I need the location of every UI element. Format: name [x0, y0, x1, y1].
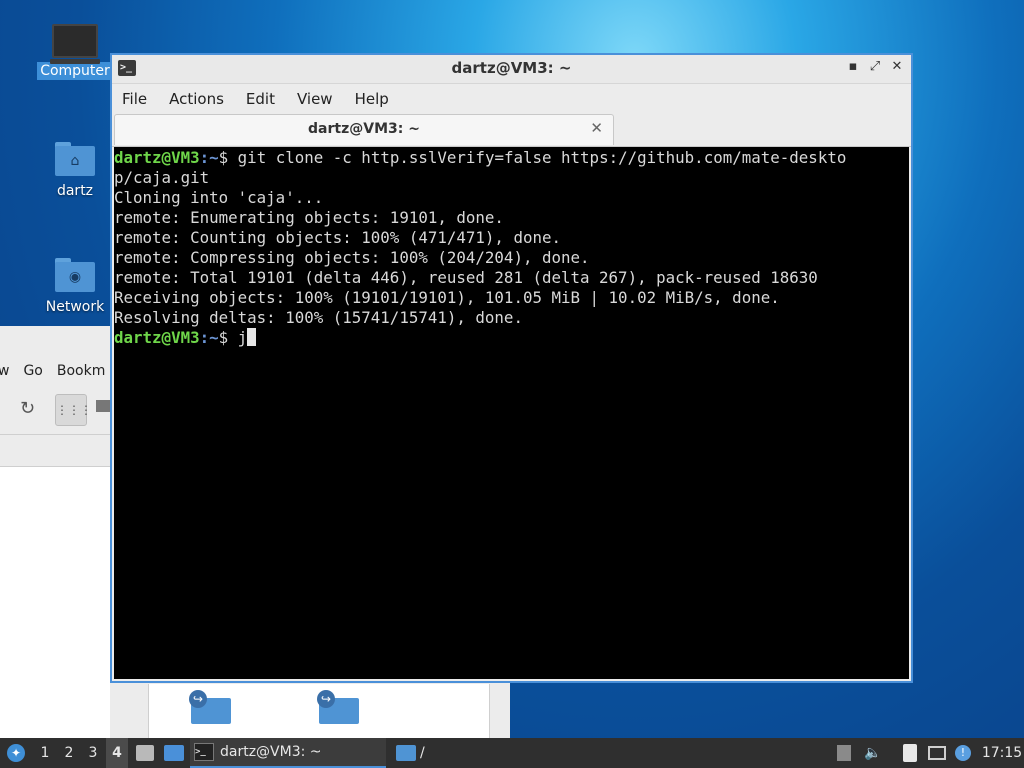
desktop-icon-label: Computer	[37, 62, 113, 80]
prompt-user: dartz@VM3	[114, 328, 200, 347]
terminal-window: >_ dartz@VM3: ~ ▪ ⤢ ✕ File Actions Edit …	[110, 53, 913, 683]
volume-button[interactable]: 🔈	[862, 738, 884, 768]
show-desktop-button[interactable]	[162, 738, 186, 768]
prompt-path: :~	[199, 328, 219, 347]
eject-icon	[837, 745, 851, 761]
computer-icon	[50, 24, 100, 64]
file-cabinet-icon	[136, 745, 154, 761]
output-line: remote: Compressing objects: 100% (204/2…	[114, 248, 590, 267]
desktop-icon-network[interactable]: ◉ Network	[35, 258, 115, 316]
clock[interactable]: 17:15	[982, 738, 1022, 768]
workspace-3[interactable]: 3	[82, 738, 104, 768]
icon-view-button[interactable]: ⋮⋮⋮	[55, 394, 92, 426]
menu-actions[interactable]: Actions	[169, 90, 224, 108]
file-manager-toolbar: ↻ ⋮⋮⋮	[0, 388, 110, 435]
window-title: dartz@VM3: ~	[451, 59, 572, 77]
current-input: j	[237, 328, 248, 347]
task-terminal[interactable]: >_ dartz@VM3: ~	[190, 738, 386, 768]
workspace-1[interactable]: 1	[34, 738, 56, 768]
menu-bookmarks-partial[interactable]: Bookm	[57, 363, 105, 379]
text-cursor	[247, 328, 257, 346]
task-label: /	[420, 745, 425, 761]
menu-view[interactable]: View	[297, 90, 333, 108]
terminal-output[interactable]: dartz@VM3:~$ git clone -c http.sslVerify…	[114, 147, 909, 679]
output-line: remote: Enumerating objects: 19101, done…	[114, 208, 504, 227]
prompt-user: dartz@VM3	[114, 148, 200, 167]
file-manager-content: ↪ ↪	[148, 684, 490, 740]
desktop-icon-home[interactable]: ⌂ dartz	[35, 142, 115, 200]
terminal-icon: >_	[194, 743, 214, 761]
tray-notifications[interactable]	[834, 738, 854, 768]
home-folder-icon: ⌂	[55, 142, 95, 176]
folder-link-icon[interactable]: ↪	[189, 690, 231, 724]
tab-terminal[interactable]: dartz@VM3: ~ ✕	[114, 114, 614, 145]
terminal-menubar: File Actions Edit View Help	[112, 84, 911, 114]
clipboard-button[interactable]	[900, 738, 920, 768]
network-folder-icon: ◉	[55, 258, 95, 292]
desktop-icon-computer[interactable]: Computer	[35, 24, 115, 80]
tab-bar: dartz@VM3: ~ ✕	[112, 114, 911, 147]
task-file-manager[interactable]: /	[394, 738, 516, 768]
volume-icon: 🔈	[864, 745, 882, 761]
menu-file[interactable]: File	[122, 90, 147, 108]
maximize-icon[interactable]: ⤢	[867, 59, 883, 74]
file-manager-menubar: w Go Bookm	[0, 356, 105, 386]
clipboard-icon	[903, 744, 917, 762]
tab-label: dartz@VM3: ~	[308, 121, 420, 137]
info-icon: !	[955, 745, 971, 761]
minimize-icon[interactable]: ▪	[845, 59, 861, 74]
output-line: remote: Total 19101 (delta 446), reused …	[114, 268, 818, 287]
workspace-2[interactable]: 2	[58, 738, 80, 768]
tab-close-icon[interactable]: ✕	[590, 119, 603, 137]
network-icon	[928, 746, 946, 760]
network-button[interactable]	[926, 738, 948, 768]
workspace-4[interactable]: 4	[106, 738, 128, 768]
desktop-icon-label: Network	[45, 299, 105, 315]
reload-icon[interactable]: ↻	[20, 398, 35, 419]
taskbar: ✦ 1 2 3 4 >_ dartz@VM3: ~ / 🔈 ! 17:15	[0, 738, 1024, 768]
app-menu-icon: ✦	[7, 744, 25, 762]
output-line: Receiving objects: 100% (19101/19101), 1…	[114, 288, 780, 307]
menu-edit[interactable]: Edit	[246, 90, 275, 108]
window-titlebar[interactable]: >_ dartz@VM3: ~ ▪ ⤢ ✕	[112, 55, 911, 84]
start-menu-button[interactable]: ✦	[4, 738, 28, 768]
desktop-icon	[164, 745, 184, 761]
output-line: Resolving deltas: 100% (15741/15741), do…	[114, 308, 523, 327]
menu-view-partial[interactable]: w	[0, 363, 9, 379]
command-line-wrap: p/caja.git	[114, 168, 210, 187]
file-manager-launcher[interactable]	[134, 738, 156, 768]
close-icon[interactable]: ✕	[889, 59, 905, 74]
menu-go[interactable]: Go	[23, 363, 42, 379]
task-label: dartz@VM3: ~	[220, 744, 322, 760]
folder-link-icon[interactable]: ↪	[317, 690, 359, 724]
prompt-path: :~	[199, 148, 219, 167]
desktop-icon-label: dartz	[56, 183, 94, 199]
file-manager-sidebar	[0, 466, 110, 741]
output-line: Cloning into 'caja'...	[114, 188, 324, 207]
output-line: remote: Counting objects: 100% (471/471)…	[114, 228, 561, 247]
menu-help[interactable]: Help	[355, 90, 389, 108]
image-icon[interactable]	[96, 400, 110, 412]
command-line: git clone -c http.sslVerify=false https:…	[237, 148, 847, 167]
prompt-symbol: $	[218, 328, 238, 347]
folder-icon	[396, 745, 416, 761]
prompt-symbol: $	[218, 148, 238, 167]
updates-button[interactable]: !	[952, 738, 974, 768]
